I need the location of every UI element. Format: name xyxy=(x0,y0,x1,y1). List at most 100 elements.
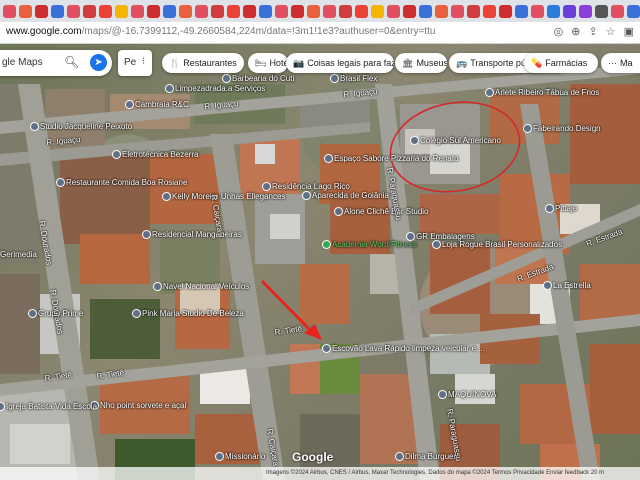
browser-tab-favicon[interactable] xyxy=(323,4,336,18)
place-label[interactable]: Brasil Flex xyxy=(340,74,377,83)
browser-tab-favicon[interactable] xyxy=(595,4,608,18)
browser-tab-favicon[interactable] xyxy=(339,4,352,18)
search-icon[interactable]: 🔍︎ xyxy=(64,55,79,69)
browser-tab-favicon[interactable] xyxy=(147,4,160,18)
place-label[interactable]: Dilma Burguer xyxy=(405,452,456,461)
place-pin-icon[interactable] xyxy=(523,124,532,133)
place-pin-icon[interactable] xyxy=(30,122,39,131)
place-label[interactable]: Limpezadrada.a Serviços xyxy=(175,84,265,93)
place-pin-icon[interactable] xyxy=(56,178,65,187)
search-text[interactable]: gle Maps xyxy=(2,57,43,68)
place-label[interactable]: Cambraia R&C xyxy=(135,100,189,109)
browser-tab-favicon[interactable] xyxy=(19,4,32,18)
browser-tab-favicon[interactable] xyxy=(547,4,560,18)
place-label[interactable]: Barbearia do Cuti xyxy=(232,74,294,83)
place-label[interactable]: Escovão Lava Rápido limpeza veicular e .… xyxy=(332,344,485,353)
place-pin-icon[interactable] xyxy=(302,191,311,200)
place-pin-icon[interactable] xyxy=(125,100,134,109)
browser-tab-favicon[interactable] xyxy=(355,4,368,18)
browser-tab-favicon[interactable] xyxy=(227,4,240,18)
layer-selector-more-icon[interactable]: ⁝ xyxy=(142,56,145,67)
place-pin-icon[interactable] xyxy=(322,240,331,249)
place-pin-icon[interactable] xyxy=(215,452,224,461)
place-pin-icon[interactable] xyxy=(334,207,343,216)
place-pin-icon[interactable] xyxy=(28,309,37,318)
chip-hotel[interactable]: 🛏Hotéis xyxy=(248,53,288,73)
extension-icon[interactable]: ▣ xyxy=(624,25,634,38)
location-icon[interactable]: ◎ xyxy=(554,25,564,38)
browser-tab-favicon[interactable] xyxy=(387,4,400,18)
place-label[interactable]: Navel Nacional Veículos xyxy=(163,282,249,291)
browser-tab-favicon[interactable] xyxy=(291,4,304,18)
browser-tab-favicon[interactable] xyxy=(179,4,192,18)
place-label[interactable]: Nho point sorvete e açaí xyxy=(100,401,187,410)
zoom-icon[interactable]: ⊕ xyxy=(571,25,580,38)
browser-tab-strip[interactable] xyxy=(0,0,640,22)
browser-tab-favicon[interactable] xyxy=(515,4,528,18)
place-pin-icon[interactable] xyxy=(142,230,151,239)
browser-tab-favicon[interactable] xyxy=(307,4,320,18)
place-pin-icon[interactable] xyxy=(485,88,494,97)
chip-museum[interactable]: 🏛 Museus xyxy=(395,53,447,73)
place-pin-icon[interactable] xyxy=(395,452,404,461)
place-pin-icon[interactable] xyxy=(410,136,419,145)
browser-tab-favicon[interactable] xyxy=(403,4,416,18)
place-pin-icon[interactable] xyxy=(222,74,231,83)
satellite-map[interactable]: gle Maps 🔍︎ ➤ Pe ⁝ 🍴Restaurantes🛏Hotéis📷… xyxy=(0,44,640,480)
place-label[interactable]: Igreja Batista Vida Escola xyxy=(6,402,97,411)
place-label[interactable]: Gerimedia xyxy=(0,250,37,259)
place-pin-icon[interactable] xyxy=(330,74,339,83)
place-pin-icon[interactable] xyxy=(153,282,162,291)
place-pin-icon[interactable] xyxy=(132,309,141,318)
browser-tab-favicon[interactable] xyxy=(579,4,592,18)
place-label[interactable]: La Estrella xyxy=(553,281,591,290)
browser-tab-favicon[interactable] xyxy=(211,4,224,18)
place-label[interactable]: Fabeirando Design xyxy=(533,124,601,133)
browser-tab-favicon[interactable] xyxy=(435,4,448,18)
place-label[interactable]: Restaurante Comida Boa Rosiane xyxy=(66,178,187,187)
browser-tab-favicon[interactable] xyxy=(163,4,176,18)
place-label[interactable]: Arlete Ribeiro Tábua de Frios xyxy=(495,88,599,97)
browser-tab-favicon[interactable] xyxy=(99,4,112,18)
place-label[interactable]: Colégio Sul Americano xyxy=(420,136,501,145)
place-label[interactable]: Aparecida de Goiânia xyxy=(312,191,389,200)
browser-tab-favicon[interactable] xyxy=(131,4,144,18)
layer-selector[interactable]: Pe ⁝ xyxy=(118,50,152,76)
place-pin-icon[interactable] xyxy=(324,154,333,163)
chip-pharmacy[interactable]: 💊 Farmácias xyxy=(524,53,598,73)
place-label[interactable]: Pink Maria Studio De Beleza xyxy=(142,309,244,318)
browser-tab-favicon[interactable] xyxy=(531,4,544,18)
browser-tab-favicon[interactable] xyxy=(3,4,16,18)
place-pin-icon[interactable] xyxy=(165,84,174,93)
place-pin-icon[interactable] xyxy=(262,182,271,191)
directions-icon[interactable]: ➤ xyxy=(90,54,107,71)
place-label[interactable]: Pittaje xyxy=(555,204,577,213)
browser-tab-favicon[interactable] xyxy=(67,4,80,18)
browser-tab-favicon[interactable] xyxy=(83,4,96,18)
chip-restaurant[interactable]: 🍴 Restaurantes xyxy=(162,53,244,73)
place-pin-icon[interactable] xyxy=(438,390,447,399)
place-label[interactable]: Loja Rogue Brasil Personalizados xyxy=(442,240,562,249)
place-label[interactable]: Espaço Sabore Pizzaria do Renato xyxy=(334,154,459,163)
bookmark-star-icon[interactable]: ☆ xyxy=(606,25,616,38)
url-text[interactable]: www.google.com/maps/@-16.7399112,-49.266… xyxy=(6,26,435,37)
browser-tab-favicon[interactable] xyxy=(451,4,464,18)
chip-more[interactable]: ··· Ma xyxy=(601,53,640,73)
browser-tab-favicon[interactable] xyxy=(419,4,432,18)
place-pin-icon[interactable] xyxy=(322,344,331,353)
address-bar[interactable]: www.google.com/maps/@-16.7399112,-49.266… xyxy=(0,22,640,44)
browser-tab-favicon[interactable] xyxy=(35,4,48,18)
place-label[interactable]: Residencial Mangabeiras xyxy=(152,230,242,239)
place-pin-icon[interactable] xyxy=(545,204,554,213)
browser-tab-favicon[interactable] xyxy=(51,4,64,18)
place-pin-icon[interactable] xyxy=(162,192,171,201)
chip-camera[interactable]: 📷Coisas legais para faz… xyxy=(286,53,394,73)
browser-tab-favicon[interactable] xyxy=(115,4,128,18)
browser-tab-favicon[interactable] xyxy=(483,4,496,18)
maps-search-box[interactable]: gle Maps 🔍︎ ➤ xyxy=(0,50,112,76)
place-pin-icon[interactable] xyxy=(543,281,552,290)
browser-tab-favicon[interactable] xyxy=(259,4,272,18)
place-label[interactable]: Studio Jacqueline Peixoto xyxy=(40,122,132,131)
browser-tab-favicon[interactable] xyxy=(275,4,288,18)
place-label[interactable]: Missionário xyxy=(225,452,265,461)
